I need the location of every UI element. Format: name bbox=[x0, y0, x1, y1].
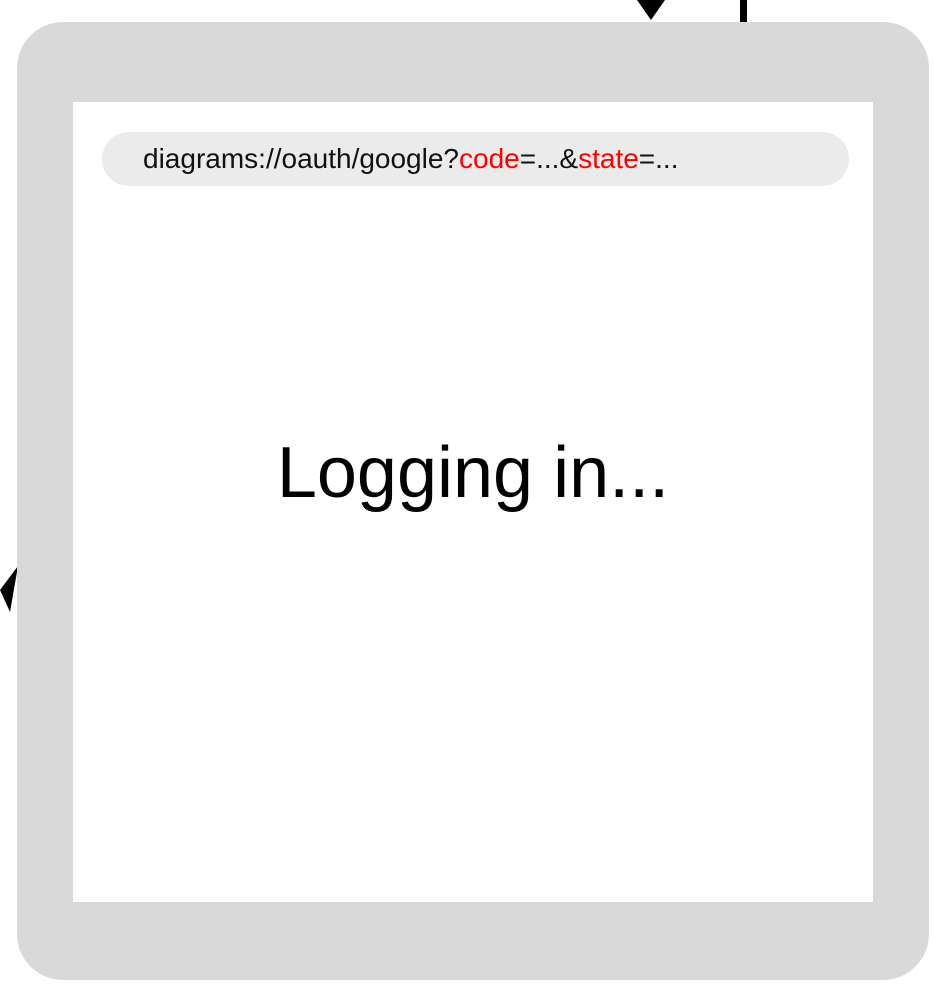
connector-line bbox=[740, 0, 747, 22]
arrow-left-icon bbox=[0, 566, 18, 612]
diagram-canvas: diagrams://oauth/google? code =...& state =.… bbox=[0, 0, 934, 990]
device-screen: diagrams://oauth/google? code =...& state =.… bbox=[73, 102, 873, 902]
url-param-code: code bbox=[459, 143, 520, 174]
url-param-state-value: =... bbox=[638, 143, 679, 174]
url-base: diagrams://oauth/google? bbox=[143, 143, 459, 174]
loading-message: Logging in... bbox=[276, 433, 670, 513]
device-frame: diagrams://oauth/google? code =...& state =.… bbox=[17, 22, 929, 980]
address-bar[interactable]: diagrams://oauth/google? code =...& state =.… bbox=[102, 132, 849, 186]
arrow-down-icon bbox=[637, 0, 665, 20]
url-param-code-value: =...& bbox=[519, 143, 579, 174]
url-param-state: state bbox=[578, 143, 639, 174]
